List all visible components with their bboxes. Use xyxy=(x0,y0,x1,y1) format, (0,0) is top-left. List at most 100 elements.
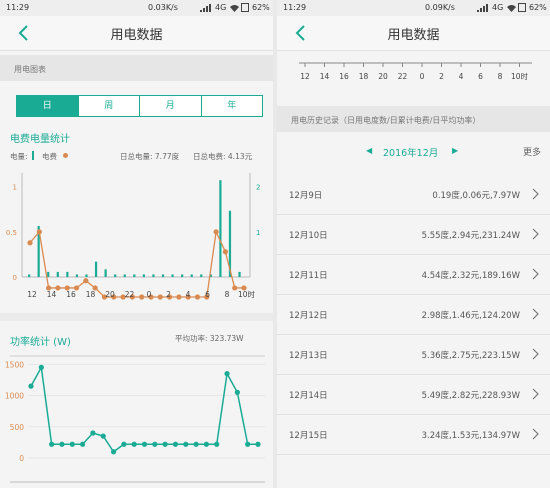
status-battery: 62% xyxy=(252,3,270,12)
scale-tick-label: 4 xyxy=(459,72,464,81)
history-row[interactable]: 12月9日 0.19度,0.06元,7.97W xyxy=(277,176,550,215)
x-tick-label: 18 xyxy=(86,290,96,299)
scale-tick-label: 8 xyxy=(498,72,503,81)
fee-point xyxy=(194,294,201,300)
fee-point xyxy=(27,240,33,246)
power-point xyxy=(245,441,251,447)
power-bar xyxy=(219,180,222,277)
history-row[interactable]: 12月12日 2.98度,1.46元,124.20W xyxy=(277,296,550,335)
record-value: 4.54度,2.32元,189.16W xyxy=(421,271,520,281)
power-point xyxy=(141,441,148,447)
more-link[interactable]: 更多 xyxy=(523,145,541,158)
record-value: 5.49度,2.82元,228.93W xyxy=(421,391,520,401)
power-point xyxy=(38,364,44,370)
power-point xyxy=(183,441,189,447)
left-screen: 11:29 0.03K/s 4G 62% 用电数据 用电图表 日 周 月 年 电… xyxy=(0,0,273,488)
power-point xyxy=(121,441,127,447)
power-bar xyxy=(181,274,184,277)
power-bar xyxy=(56,271,59,277)
title-bar: 用电数据 xyxy=(277,16,550,51)
power-point xyxy=(90,430,96,436)
history-row[interactable]: 12月15日 3.24度,1.53元,134.97W xyxy=(277,416,550,455)
right-screen: 11:29 0.09K/s 4G 62% 用电数据 12 14 16 18 20 22 0 2… xyxy=(277,0,550,488)
status-time: 11:29 xyxy=(283,3,307,12)
fee-point xyxy=(232,285,238,291)
scale-tick-label: 12 xyxy=(300,72,310,81)
history-row[interactable]: 12月10日 5.55度,2.94元,231.24W xyxy=(277,216,550,255)
fee-point xyxy=(36,229,42,235)
status-time: 11:29 xyxy=(6,3,30,12)
fee-line xyxy=(29,229,244,298)
power-point xyxy=(172,441,179,447)
status-network: 4G xyxy=(215,3,227,12)
x-tick-label: 20 xyxy=(105,290,115,299)
power-point xyxy=(193,441,199,447)
y-tick-label: 0 xyxy=(19,454,24,463)
record-date: 12月14日 xyxy=(289,391,328,401)
record-value: 5.55度,2.94元,231.24W xyxy=(421,231,520,241)
next-month-arrow-icon[interactable]: ▶ xyxy=(452,146,458,155)
chevron-right-icon xyxy=(532,228,539,240)
power-chart: 0 500 1000 1500 xyxy=(5,355,265,483)
record-value: 5.36度,2.75元,223.15W xyxy=(421,351,520,361)
scale-tick-label: 16 xyxy=(339,72,349,81)
legend-fee-label: 电费 xyxy=(42,152,57,161)
power-point xyxy=(100,433,106,439)
legend-fee-dot xyxy=(63,153,68,158)
tab-year[interactable]: 年 xyxy=(202,96,263,116)
fee-point xyxy=(139,294,145,300)
history-row[interactable]: 12月14日 5.49度,2.82元,228.93W xyxy=(277,376,550,415)
tab-month[interactable]: 月 xyxy=(140,96,202,116)
power-bar xyxy=(133,274,136,277)
history-list: 12月9日 0.19度,0.06元,7.97W 12月10日 5.55度,2.9… xyxy=(277,176,550,488)
record-date: 12月11日 xyxy=(289,271,328,281)
power-bar xyxy=(104,269,107,277)
tab-day[interactable]: 日 xyxy=(17,96,79,116)
record-date: 12月12日 xyxy=(289,311,328,321)
tab-week[interactable]: 周 xyxy=(79,96,140,116)
x-tick-label: 2 xyxy=(166,290,171,299)
power-bar xyxy=(47,271,50,277)
x-tick-label: 0 xyxy=(147,290,152,299)
chevron-right-icon xyxy=(532,428,539,440)
power-bar xyxy=(114,274,117,277)
scale-tick-label: 22 xyxy=(398,72,408,81)
wifi-icon xyxy=(230,5,239,12)
power-point xyxy=(49,441,55,447)
signal-icon xyxy=(200,4,211,12)
section-header: 用电图表 xyxy=(0,55,273,81)
status-network: 4G xyxy=(492,3,504,12)
signal-icon xyxy=(477,4,488,12)
power-stats-title: 功率统计 (W) xyxy=(10,337,71,348)
record-value: 0.19度,0.06元,7.97W xyxy=(432,191,520,201)
power-bar xyxy=(85,274,88,277)
power-point xyxy=(152,441,158,447)
battery-icon xyxy=(241,3,249,12)
record-date: 12月15日 xyxy=(289,431,328,441)
power-point xyxy=(131,441,137,447)
status-net-speed: 0.03K/s xyxy=(148,3,178,12)
x-tick-label: 4 xyxy=(186,290,191,299)
legend-power-label: 电量: xyxy=(10,152,28,161)
fee-point xyxy=(213,229,219,235)
period-tabs: 日 周 月 年 xyxy=(16,95,263,117)
daily-total-fee: 日总电费: 4.13元 xyxy=(193,152,253,161)
scale-tick-label: 0 xyxy=(420,72,425,81)
power-point xyxy=(234,389,240,395)
x-tick-label: 16 xyxy=(66,290,76,299)
record-value: 3.24度,1.53元,134.97W xyxy=(421,431,520,441)
fee-point xyxy=(157,294,163,300)
history-row[interactable]: 12月13日 5.36度,2.75元,223.15W xyxy=(277,336,550,375)
power-point xyxy=(162,441,168,447)
history-row[interactable]: 12月11日 4.54度,2.32元,189.16W xyxy=(277,256,550,295)
record-value: 2.98度,1.46元,124.20W xyxy=(421,311,520,321)
power-bar xyxy=(200,274,203,277)
scale-tick-label: 18 xyxy=(359,72,369,81)
chevron-right-icon xyxy=(532,388,539,400)
scale-tick-label: 6 xyxy=(478,72,483,81)
fee-point xyxy=(222,249,228,255)
status-bar: 11:29 0.09K/s 4G 62% xyxy=(277,0,550,16)
status-net-speed: 0.09K/s xyxy=(425,3,455,12)
power-point xyxy=(214,441,220,447)
prev-month-arrow-icon[interactable]: ◀ xyxy=(366,146,372,155)
